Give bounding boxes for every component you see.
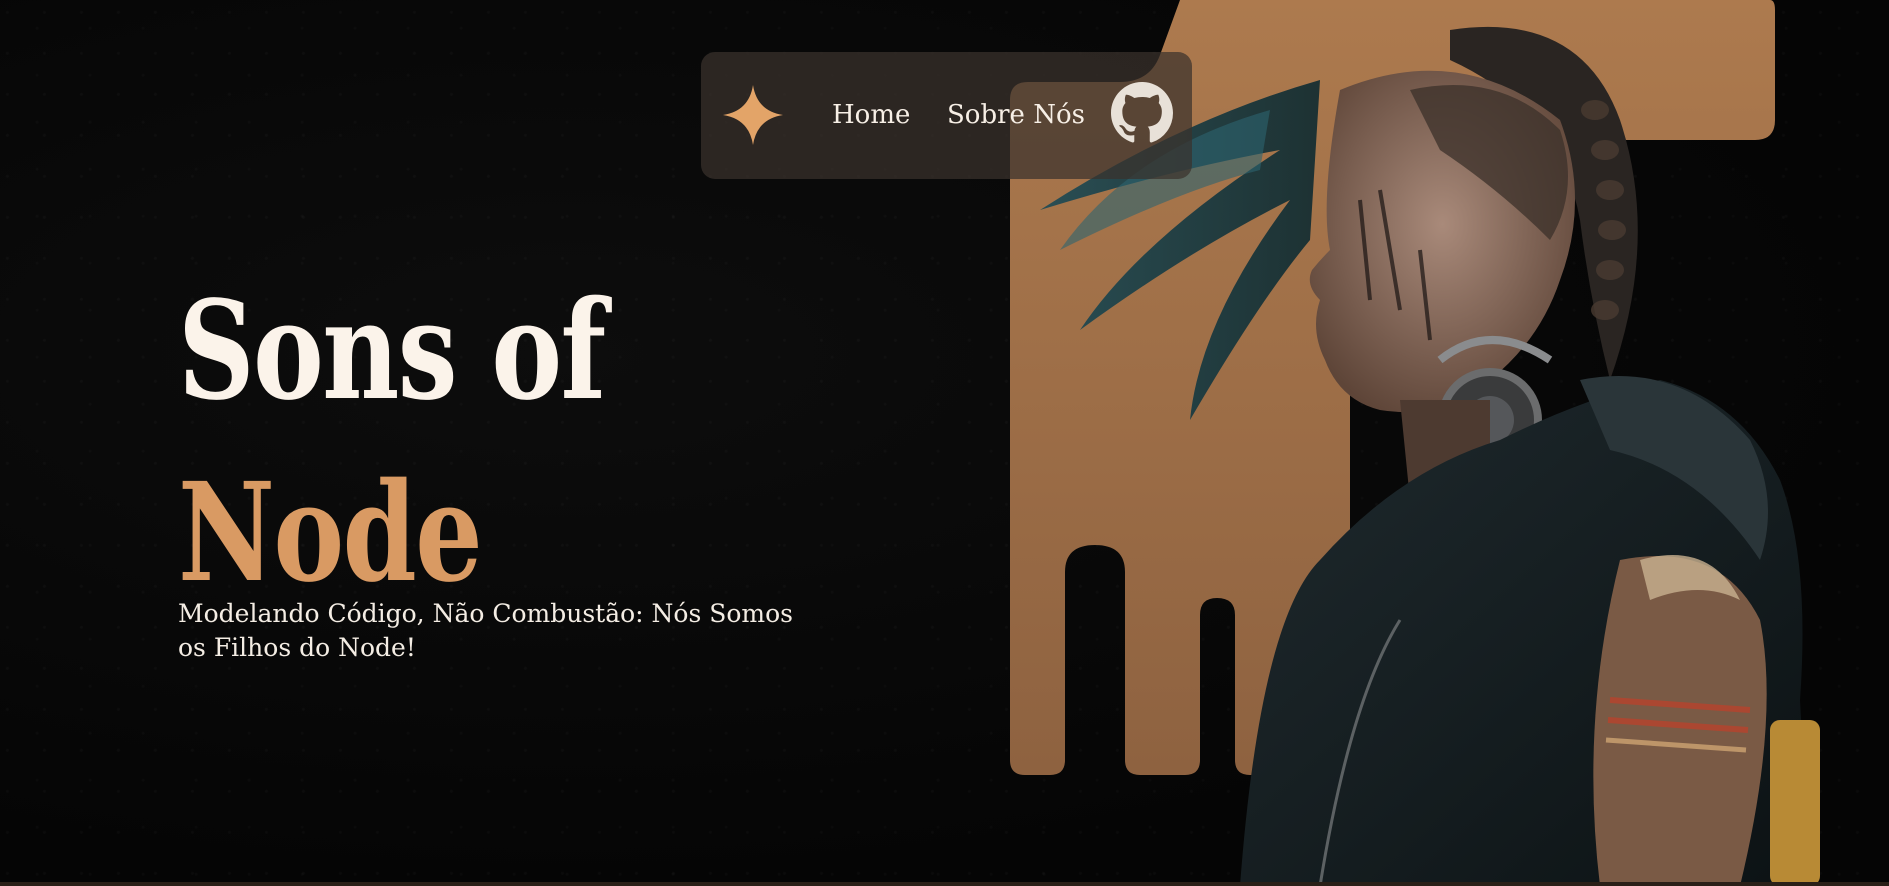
landing-page: Home Sobre Nós Sons of Node Modelando Có… [0, 0, 1889, 886]
bottom-divider [0, 882, 1889, 886]
hero-title-line-2: Node [178, 453, 483, 614]
four-point-star-icon[interactable] [721, 83, 785, 147]
github-icon[interactable] [1111, 82, 1173, 144]
nav-link-home[interactable]: Home [832, 100, 910, 130]
hero-title-line-1: Sons of [178, 271, 606, 432]
nav-link-sobre-nos[interactable]: Sobre Nós [947, 100, 1085, 130]
hero-tagline: Modelando Código, Não Combustão: Nós Som… [178, 599, 794, 662]
top-navigation-bar: Home Sobre Nós [701, 52, 1192, 179]
